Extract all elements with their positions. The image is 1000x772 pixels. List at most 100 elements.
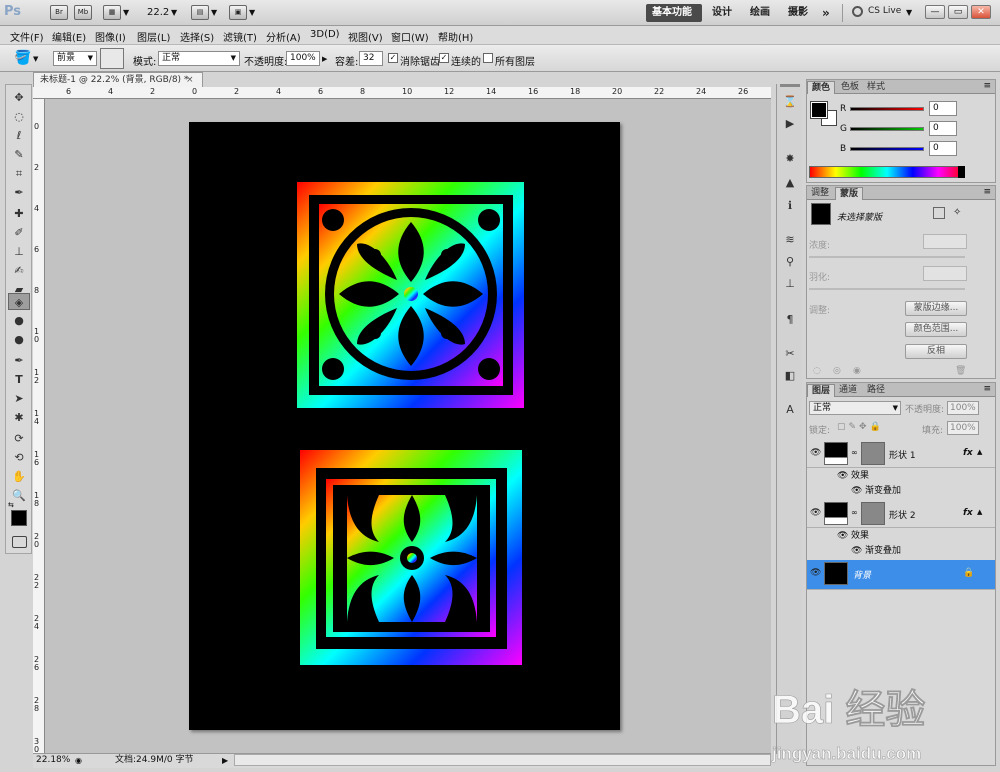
close-button[interactable]: ✕ [971,5,991,19]
color-range-button[interactable]: 颜色范围... [905,322,967,337]
fx-icon[interactable]: fx [963,508,973,518]
panel-menu-icon[interactable]: ≡ [983,384,991,394]
vector-mask-thumbnail[interactable] [861,442,885,465]
tab-layers[interactable]: 图层 [807,384,836,397]
fill-source-select[interactable]: 前景 ▼ [53,51,97,66]
layer-name[interactable]: 形状 1 [889,448,916,461]
fill-input[interactable]: 100% [947,421,979,435]
g-slider[interactable] [850,127,924,131]
paint-bucket-tool-icon[interactable]: ◈ [8,293,30,310]
lock-icons[interactable]: ▢✎✥🔒 [837,422,884,432]
workspace-painting-button[interactable]: 绘画 [744,4,776,22]
effect-eye-icon[interactable]: 👁 [837,469,848,484]
character-panel-icon[interactable]: A [781,402,799,418]
chevron-down-icon[interactable]: ▼ [249,8,255,17]
clone-stamp-tool-icon[interactable]: ⊥ [8,243,30,260]
workspace-essentials-button[interactable]: 基本功能 [646,4,702,22]
move-tool-icon[interactable]: ✥ [8,89,30,106]
layer-row-background[interactable]: 👁 背景 🔒 [807,560,995,590]
add-vector-mask-icon[interactable]: ✧ [953,207,961,218]
mini-bridge-button[interactable]: Mb [74,5,92,20]
tab-styles[interactable]: 样式 [863,81,889,94]
b-slider[interactable] [850,147,924,151]
feather-slider[interactable] [809,288,965,290]
chevron-down-icon[interactable]: ▼ [171,8,177,17]
invert-button[interactable]: 反相 [905,344,967,359]
effect-eye-icon[interactable]: 👁 [851,544,862,559]
arrange-documents-icon[interactable]: ▤ [191,5,209,20]
shape-tool-icon[interactable]: ✱ [8,409,30,426]
crop-tool-icon[interactable]: ⌗ [8,165,30,182]
foreground-swatch[interactable] [810,101,828,119]
effect-eye-icon[interactable]: 👁 [837,529,848,544]
feather-input[interactable] [923,266,967,281]
menu-analysis[interactable]: 分析(A) [266,29,301,44]
3d-panel-icon[interactable]: ◧ [781,368,799,384]
hand-tool-icon[interactable]: ✋ [8,468,30,485]
3d-orbit-tool-icon[interactable]: ⟲ [8,449,30,466]
close-document-icon[interactable]: × [186,75,194,85]
load-selection-icon[interactable]: ◌ [813,366,821,376]
dock-grip[interactable] [780,84,800,87]
mask-edge-button[interactable]: 蒙版边缘... [905,301,967,316]
tab-channels[interactable]: 通道 [835,384,861,397]
type-tool-icon[interactable]: T [8,371,30,388]
navigator-panel-icon[interactable]: ▲ [781,175,799,191]
blend-mode-select[interactable]: 正常 ▼ [809,401,901,415]
workspace-photography-button[interactable]: 摄影 [782,4,814,22]
restore-button[interactable]: ▭ [948,5,968,19]
density-slider[interactable] [809,256,965,258]
tab-swatches[interactable]: 色板 [837,81,863,94]
density-input[interactable] [923,234,967,249]
menu-select[interactable]: 选择(S) [180,29,214,44]
layer-row-shape-1[interactable]: 👁 ∞ 形状 1 fx ▲ [807,440,995,468]
fx-icon[interactable]: fx [963,448,973,458]
panel-menu-icon[interactable]: ≡ [983,81,991,91]
path-select-tool-icon[interactable]: ➤ [8,390,30,407]
status-menu-arrow-icon[interactable]: ▶ [222,754,228,767]
b-value-input[interactable]: 0 [929,141,957,156]
visibility-eye-icon[interactable]: 👁 [810,508,821,518]
layer-row-shape-2[interactable]: 👁 ∞ 形状 2 fx ▲ [807,500,995,528]
blur-tool-icon[interactable]: ● [8,312,30,329]
chevron-down-icon[interactable]: ▼ [211,8,217,17]
layer-name[interactable]: 背景 [853,568,871,581]
menu-layer[interactable]: 图层(L) [137,29,170,44]
opacity-input[interactable]: 100% [286,51,320,66]
chevron-down-icon[interactable]: ▼ [906,8,912,17]
opacity-slider-toggle[interactable]: ▶ [322,55,327,63]
workspace-design-button[interactable]: 设计 [706,4,738,22]
apply-mask-icon[interactable]: ◎ [833,366,841,376]
cs-live-button[interactable]: CS Live [868,6,901,16]
bridge-button[interactable]: Br [50,5,68,20]
vector-mask-thumbnail[interactable] [861,502,885,525]
marquee-tool-icon[interactable]: ◌ [8,108,30,125]
visibility-eye-icon[interactable]: 👁 [810,568,821,578]
layer-name[interactable]: 形状 2 [889,508,916,521]
menu-3d[interactable]: 3D(D) [310,29,340,40]
chevron-down-icon[interactable]: ▼ [123,8,129,17]
all-layers-checkbox[interactable] [483,53,493,63]
quick-mask-icon[interactable] [12,536,27,548]
chevron-up-icon[interactable]: ▲ [977,448,982,456]
history-panel-icon[interactable]: ⌛ [781,94,799,110]
antialias-checkbox[interactable]: ✓ [388,53,398,63]
layer-opacity-input[interactable]: 100% [947,401,979,415]
lasso-tool-icon[interactable]: ℓ [8,127,30,144]
r-slider[interactable] [850,107,924,111]
document-canvas[interactable] [189,122,620,730]
brushes-panel-icon[interactable]: ≋ [781,232,799,248]
tab-color[interactable]: 颜色 [807,81,836,94]
tolerance-input[interactable]: 32 [359,51,383,66]
pen-tool-icon[interactable]: ✒ [8,352,30,369]
spectrum-black-swatch[interactable] [958,166,965,178]
dodge-tool-icon[interactable]: ● [8,331,30,348]
panel-menu-icon[interactable]: ≡ [983,187,991,197]
contiguous-checkbox[interactable]: ✓ [439,53,449,63]
mode-select[interactable]: 正常 ▼ [158,51,240,66]
menu-view[interactable]: 视图(V) [348,29,383,44]
info-panel-icon[interactable]: ℹ [781,198,799,214]
r-value-input[interactable]: 0 [929,101,957,116]
effect-eye-icon[interactable]: 👁 [851,484,862,499]
clone-source-icon[interactable]: ⚲ [781,254,799,270]
